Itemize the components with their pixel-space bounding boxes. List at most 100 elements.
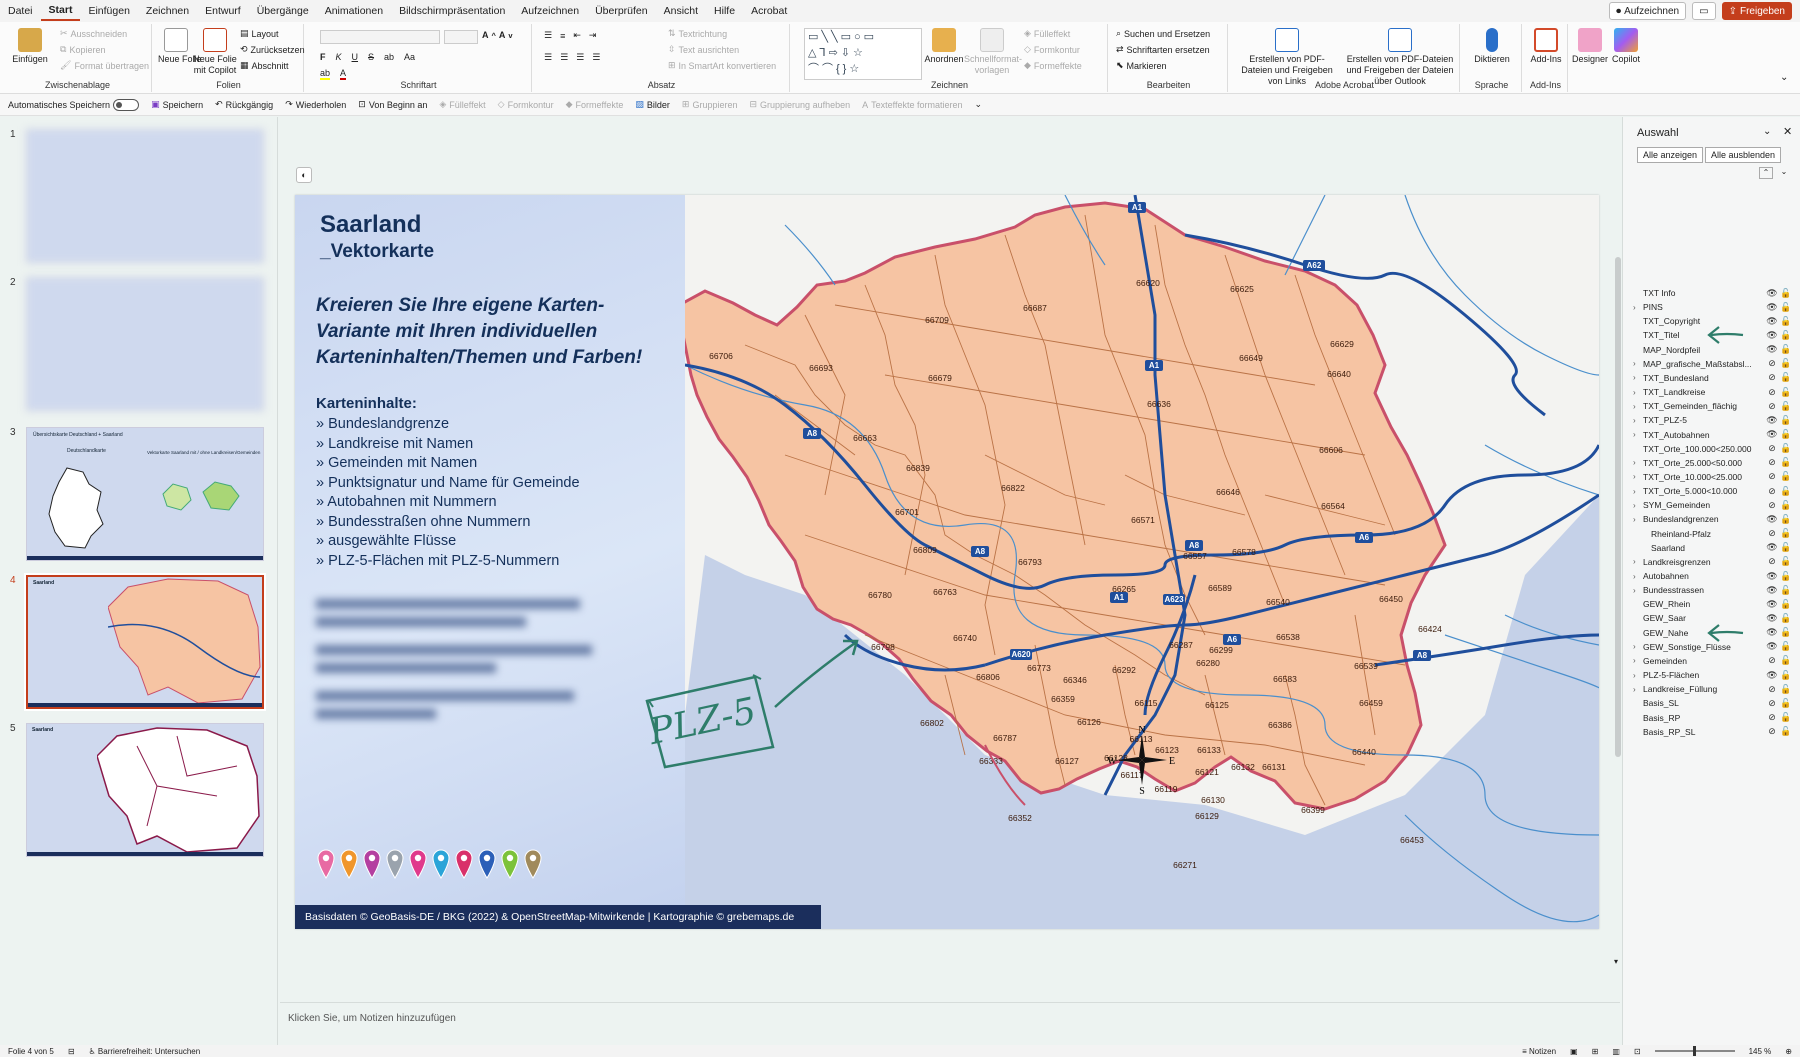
layer-name[interactable]: Rheinland-Pfalz [1643, 529, 1765, 539]
expand-chevron-icon[interactable]: › [1633, 373, 1643, 382]
expand-chevron-icon[interactable]: › [1633, 487, 1643, 496]
presenter-view-icon[interactable]: ⊡ [1634, 1047, 1641, 1056]
layer-name[interactable]: MAP_grafische_Maßstabsl... [1643, 359, 1765, 369]
list-buttons[interactable]: ☰ ≡ ⇤ ⇥ [544, 30, 596, 41]
copy-button[interactable]: ⧉ Kopieren [60, 44, 105, 55]
save-button[interactable]: ▣ Speichern [151, 99, 203, 110]
shape-fill-button[interactable]: ◈ Fülleffekt [1024, 28, 1070, 39]
slide-thumbnail-2[interactable] [26, 277, 264, 411]
copilot-slide-button[interactable]: Neue Folie mit Copilot [190, 28, 240, 76]
qat-fill-button[interactable]: ◈ Fülleffekt [439, 99, 485, 110]
map-pin-icon[interactable] [386, 849, 404, 879]
lock-icon[interactable]: 🔓 [1779, 429, 1793, 440]
expand-chevron-icon[interactable]: › [1633, 402, 1643, 411]
undo-button[interactable]: ↶ Rückgängig [215, 99, 273, 110]
expand-chevron-icon[interactable]: › [1633, 472, 1643, 481]
layer-name[interactable]: TXT_Orte_25.000<50.000 [1643, 458, 1765, 468]
lock-icon[interactable]: 🔓 [1779, 627, 1793, 638]
lock-icon[interactable]: 🔓 [1779, 655, 1793, 666]
layer-name[interactable]: MAP_Nordpfeil [1643, 345, 1765, 355]
font-format-buttons[interactable]: F K U Sab Aa [320, 52, 415, 62]
lock-icon[interactable]: 🔓 [1779, 288, 1793, 299]
map-pin-icon[interactable] [432, 849, 450, 879]
toggle-switch-icon[interactable] [113, 98, 140, 111]
redo-button[interactable]: ↷ Wiederholen [285, 99, 346, 110]
notes-toggle[interactable]: ≡ Notizen [1522, 1047, 1556, 1056]
expand-chevron-icon[interactable]: › [1633, 642, 1643, 651]
lock-icon[interactable]: 🔓 [1779, 330, 1793, 341]
menu-hilfe[interactable]: Hilfe [706, 0, 743, 22]
lock-icon[interactable]: 🔓 [1779, 486, 1793, 497]
lock-icon[interactable]: 🔓 [1779, 471, 1793, 482]
accessibility-status[interactable]: ♿ Barrierefreiheit: Untersuchen [89, 1047, 201, 1056]
find-replace-button[interactable]: ⌕ Suchen und Ersetzen [1116, 28, 1210, 39]
expand-chevron-icon[interactable]: › [1633, 572, 1643, 581]
font-family-select[interactable] [320, 30, 440, 44]
map-pin-icon[interactable] [363, 849, 381, 879]
menu-übergänge[interactable]: Übergänge [249, 0, 317, 22]
menu-ansicht[interactable]: Ansicht [656, 0, 706, 22]
layer-name[interactable]: TXT_Orte_100.000<250.000 [1643, 444, 1765, 454]
record-button[interactable]: ⏺ Aufzeichnen [1609, 2, 1687, 20]
shape-outline-button[interactable]: ◇ Formkontur [1024, 44, 1080, 55]
lock-icon[interactable]: 🔓 [1779, 457, 1793, 468]
show-all-button[interactable]: Alle anzeigen [1637, 147, 1704, 163]
eye-off-icon[interactable]: ⊘ [1765, 486, 1779, 497]
highlight-icon[interactable]: ab [320, 68, 331, 80]
hide-all-button[interactable]: Alle ausblenden [1705, 147, 1782, 163]
lock-icon[interactable]: 🔓 [1779, 712, 1793, 723]
fit-slide-icon[interactable]: ⊕ [1785, 1047, 1792, 1056]
layer-name[interactable]: Landkreisgrenzen [1643, 557, 1765, 567]
zoom-level[interactable]: 145 % [1749, 1047, 1772, 1056]
eye-off-icon[interactable]: ⊘ [1765, 471, 1779, 482]
menu-bildschirmpräsentation[interactable]: Bildschirmpräsentation [391, 0, 513, 22]
eye-off-icon[interactable]: ⊘ [1765, 528, 1779, 539]
text-direction-button[interactable]: ⇅ Textrichtung [668, 28, 727, 39]
zoom-slider[interactable] [1654, 1046, 1735, 1056]
layer-name[interactable]: Bundesstrassen [1643, 585, 1765, 595]
lock-icon[interactable]: 🔓 [1779, 401, 1793, 412]
layer-name[interactable]: GEW_Sonstige_Flüsse [1643, 642, 1765, 652]
eye-icon[interactable]: 👁 [1765, 429, 1779, 440]
replace-fonts-button[interactable]: ⇄ Schriftarten ersetzen [1116, 44, 1210, 55]
spacing-icon[interactable]: ab [384, 52, 394, 62]
lock-icon[interactable]: 🔓 [1779, 571, 1793, 582]
move-down-icon[interactable]: ⌄ [1777, 167, 1791, 179]
layer-name[interactable]: Landkreise_Füllung [1643, 684, 1765, 694]
spell-check-icon[interactable]: ⊟ [68, 1047, 75, 1056]
layer-name[interactable]: TXT_Orte_5.000<10.000 [1643, 486, 1765, 496]
layer-name[interactable]: Autobahnen [1643, 571, 1765, 581]
lock-icon[interactable]: 🔓 [1779, 698, 1793, 709]
eye-off-icon[interactable]: ⊘ [1765, 726, 1779, 737]
lock-icon[interactable]: 🔓 [1779, 556, 1793, 567]
layer-name[interactable]: GEW_Rhein [1643, 599, 1765, 609]
justify-icon[interactable]: ☰ [592, 52, 600, 63]
qat-customize-icon[interactable]: ⌄ [975, 99, 983, 110]
lock-icon[interactable]: 🔓 [1779, 542, 1793, 553]
layer-name[interactable]: Gemeinden [1643, 656, 1765, 666]
align-text-button[interactable]: ⇳ Text ausrichten [668, 44, 739, 55]
copilot-button[interactable]: Copilot [1608, 28, 1644, 65]
menu-start[interactable]: Start [40, 1, 81, 21]
qat-texteffects-button[interactable]: A Texteffekte formatieren [862, 100, 962, 110]
layout-button[interactable]: ▤ Layout [240, 28, 279, 39]
eye-off-icon[interactable]: ⊘ [1765, 698, 1779, 709]
layer-name[interactable]: TXT Info [1643, 288, 1765, 298]
layer-name[interactable]: TXT_Bundesland [1643, 373, 1765, 383]
expand-chevron-icon[interactable]: › [1633, 388, 1643, 397]
autosave-toggle[interactable]: Automatisches Speichern [8, 98, 140, 111]
pdf-outlook-button[interactable]: Erstellen von PDF-Dateien und Freigeben … [1342, 28, 1458, 87]
lock-icon[interactable]: 🔓 [1779, 316, 1793, 327]
slide-canvas[interactable]: Saarland _Vektorkarte Kreieren Sie Ihre … [295, 195, 1599, 929]
eye-icon[interactable]: 👁 [1765, 344, 1779, 355]
map-pin-icon[interactable] [455, 849, 473, 879]
align-buttons[interactable]: ☰ ☰ ☰ ☰ [544, 52, 600, 63]
arrange-button[interactable]: Anordnen [924, 28, 964, 65]
from-start-button[interactable]: ⊡ Von Beginn an [358, 99, 427, 110]
eye-icon[interactable]: 👁 [1765, 613, 1779, 624]
menu-einfügen[interactable]: Einfügen [80, 0, 137, 22]
slide-thumbnail-1[interactable] [26, 129, 264, 263]
lock-icon[interactable]: 🔓 [1779, 528, 1793, 539]
zoom-thumb[interactable] [1692, 1046, 1696, 1056]
menu-datei[interactable]: Datei [0, 0, 41, 22]
